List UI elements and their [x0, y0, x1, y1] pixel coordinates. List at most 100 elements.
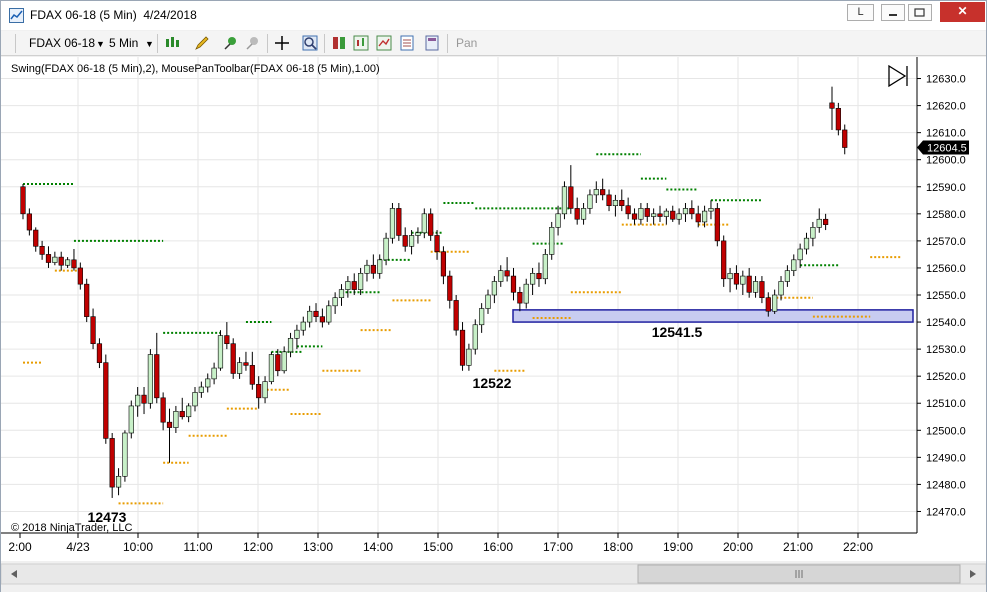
properties-icon[interactable] — [399, 35, 415, 51]
interval-selector[interactable]: 5 Min — [109, 36, 138, 50]
candle-body — [389, 208, 396, 239]
close-button[interactable]: ✕ — [940, 2, 985, 22]
scroll-to-end-icon[interactable] — [888, 64, 908, 88]
candle-body — [39, 245, 45, 255]
candle-body — [676, 213, 682, 220]
templates-icon[interactable] — [424, 35, 440, 51]
toolbar-separator — [267, 34, 268, 53]
candle-body — [472, 324, 478, 350]
indicators-icon[interactable] — [353, 35, 369, 51]
y-tick-label: 12610.0 — [926, 128, 966, 140]
x-axis: 2:00 4/23 10:00 11:00 12:00 13:00 14:00 15:00 16… — [8, 533, 873, 554]
y-tick-label: 12530.0 — [926, 344, 966, 356]
candle-body — [166, 421, 173, 428]
candle-body — [529, 273, 536, 285]
title-bar[interactable]: FDAX 06-18 (5 Min) 4/24/2018 L ✕ — [1, 1, 986, 30]
chart-toolbar: FDAX 06-18 ▼ 5 Min ▼ Pan — [1, 31, 986, 56]
candle-body — [740, 275, 746, 285]
instrument-selector[interactable]: FDAX 06-18 — [29, 36, 95, 50]
candle-body — [402, 235, 408, 247]
zoom-icon[interactable] — [302, 35, 318, 51]
candle-body — [619, 199, 625, 207]
candle-body — [593, 189, 599, 196]
pin-icon[interactable] — [223, 35, 239, 51]
candle-body — [147, 354, 154, 404]
candle-body — [109, 438, 115, 488]
candle-body — [20, 186, 26, 215]
candle-body — [466, 348, 472, 366]
candle-body — [338, 289, 345, 299]
price-annotation: 12541.5 — [652, 324, 703, 340]
crosshair-icon[interactable] — [274, 35, 290, 51]
toolbar-separator — [447, 34, 448, 53]
candle-body — [211, 367, 217, 380]
candle-body — [510, 275, 517, 293]
candle-body — [358, 273, 364, 290]
candle-body — [772, 294, 778, 312]
link-button[interactable]: L — [847, 4, 874, 21]
candle-body — [587, 194, 593, 209]
candle-body — [408, 235, 415, 247]
strategies-icon[interactable] — [376, 35, 392, 51]
candle-body — [428, 213, 434, 236]
candle-body — [689, 208, 695, 215]
candle-body — [459, 329, 466, 366]
chart-panel[interactable]: 12473 12522 12541.5 12630.0 12620.0 12610.0 1… — [1, 57, 986, 561]
drawing-pencil-icon[interactable] — [194, 35, 210, 51]
pan-button[interactable]: Pan — [456, 36, 477, 50]
y-tick-label: 12500.0 — [926, 425, 966, 437]
candle-body — [262, 381, 268, 399]
x-tick-label: 4/23 — [66, 540, 90, 554]
candle-body — [256, 383, 262, 399]
y-tick-label: 12580.0 — [926, 209, 966, 221]
y-tick-label: 12630.0 — [926, 74, 966, 86]
remove-drawing-icon[interactable] — [245, 35, 261, 51]
candle-body — [810, 227, 816, 239]
x-tick-label: 2:00 — [8, 540, 32, 554]
candle-body — [479, 308, 485, 326]
interval-dropdown-icon[interactable]: ▼ — [145, 39, 154, 49]
candle-body — [714, 208, 720, 242]
candle-body — [52, 256, 58, 263]
x-tick-label: 14:00 — [363, 540, 393, 554]
candle-body — [727, 273, 733, 280]
candle-body — [485, 294, 491, 309]
candle-body — [816, 218, 822, 228]
restore-button[interactable] — [908, 4, 932, 21]
candle-body — [797, 248, 803, 261]
toolbar-separator — [324, 34, 325, 53]
candle-body — [421, 213, 427, 234]
candle-body — [600, 189, 606, 196]
instrument-dropdown-icon[interactable]: ▼ — [96, 39, 105, 49]
chart-style-icon[interactable] — [164, 35, 180, 51]
minimize-button[interactable] — [881, 4, 905, 21]
candle-body — [135, 394, 141, 407]
candle-body — [561, 186, 568, 215]
candle-body — [249, 365, 255, 385]
window-title: FDAX 06-18 (5 Min) 4/24/2018 — [30, 8, 197, 22]
candle-body — [638, 208, 644, 220]
candle-body — [96, 343, 103, 363]
indicator-label: Swing(FDAX 06-18 (5 Min),2), MousePanToo… — [11, 63, 380, 75]
price-chart[interactable]: 124731252212541.5 12630.012620.012610.01… — [1, 57, 986, 561]
candle-body — [823, 218, 829, 225]
candle-body — [651, 213, 657, 217]
order-entry-icon[interactable] — [331, 35, 347, 51]
horizontal-scrollbar[interactable] — [0, 561, 987, 592]
candle-body — [377, 259, 383, 274]
x-tick-label: 19:00 — [663, 540, 693, 554]
y-tick-label: 12620.0 — [926, 101, 966, 113]
candle-body — [721, 240, 727, 280]
candle-body — [205, 378, 211, 388]
candle-body — [453, 300, 459, 331]
toolbar-separator — [157, 34, 158, 53]
horizontal-scrollbar-area — [0, 561, 987, 592]
candle-body — [625, 205, 631, 215]
candle-body — [71, 259, 77, 269]
candle-body — [345, 281, 351, 290]
x-tick-label: 22:00 — [843, 540, 873, 554]
candle-body — [268, 354, 275, 382]
candle-body — [332, 297, 338, 307]
candle-body — [230, 343, 236, 374]
candle-body — [536, 273, 542, 280]
